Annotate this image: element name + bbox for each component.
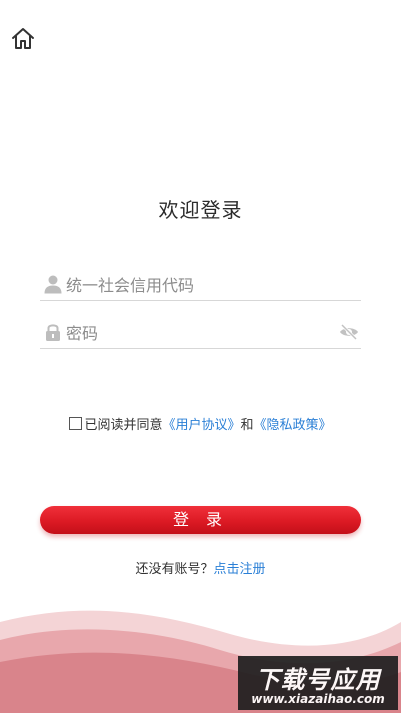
lock-icon — [46, 324, 60, 341]
page-title: 欢迎登录 — [158, 198, 243, 222]
password-input[interactable] — [66, 318, 326, 348]
password-field — [40, 318, 361, 349]
watermark-title: 下载号应用 — [255, 666, 381, 694]
register-prompt: 还没有账号？ — [135, 562, 214, 577]
person-icon — [44, 275, 62, 294]
home-button[interactable] — [10, 26, 36, 52]
register-row: 还没有账号？点击注册 — [0, 558, 401, 577]
watermark-logo: 下载号应用 www.xiazaihao.com — [238, 656, 398, 710]
agreement-prefix: 已阅读并同意 — [84, 418, 163, 433]
login-button[interactable]: 登 录 — [40, 506, 361, 534]
username-field — [40, 270, 361, 301]
username-input[interactable] — [66, 270, 326, 300]
home-icon — [12, 28, 34, 49]
agreement-row: 已阅读并同意《用户协议》和《隐私政策》 — [0, 414, 401, 433]
eye-off-icon[interactable] — [339, 324, 359, 340]
agreement-checkbox[interactable] — [69, 417, 83, 430]
agreement-conjunction: 和 — [240, 418, 254, 433]
user-agreement-link[interactable]: 《用户协议》 — [162, 418, 240, 433]
watermark-url: www.xiazaihao.com — [251, 692, 385, 706]
register-link[interactable]: 点击注册 — [214, 562, 266, 577]
privacy-policy-link[interactable]: 《隐私政策》 — [254, 418, 332, 433]
